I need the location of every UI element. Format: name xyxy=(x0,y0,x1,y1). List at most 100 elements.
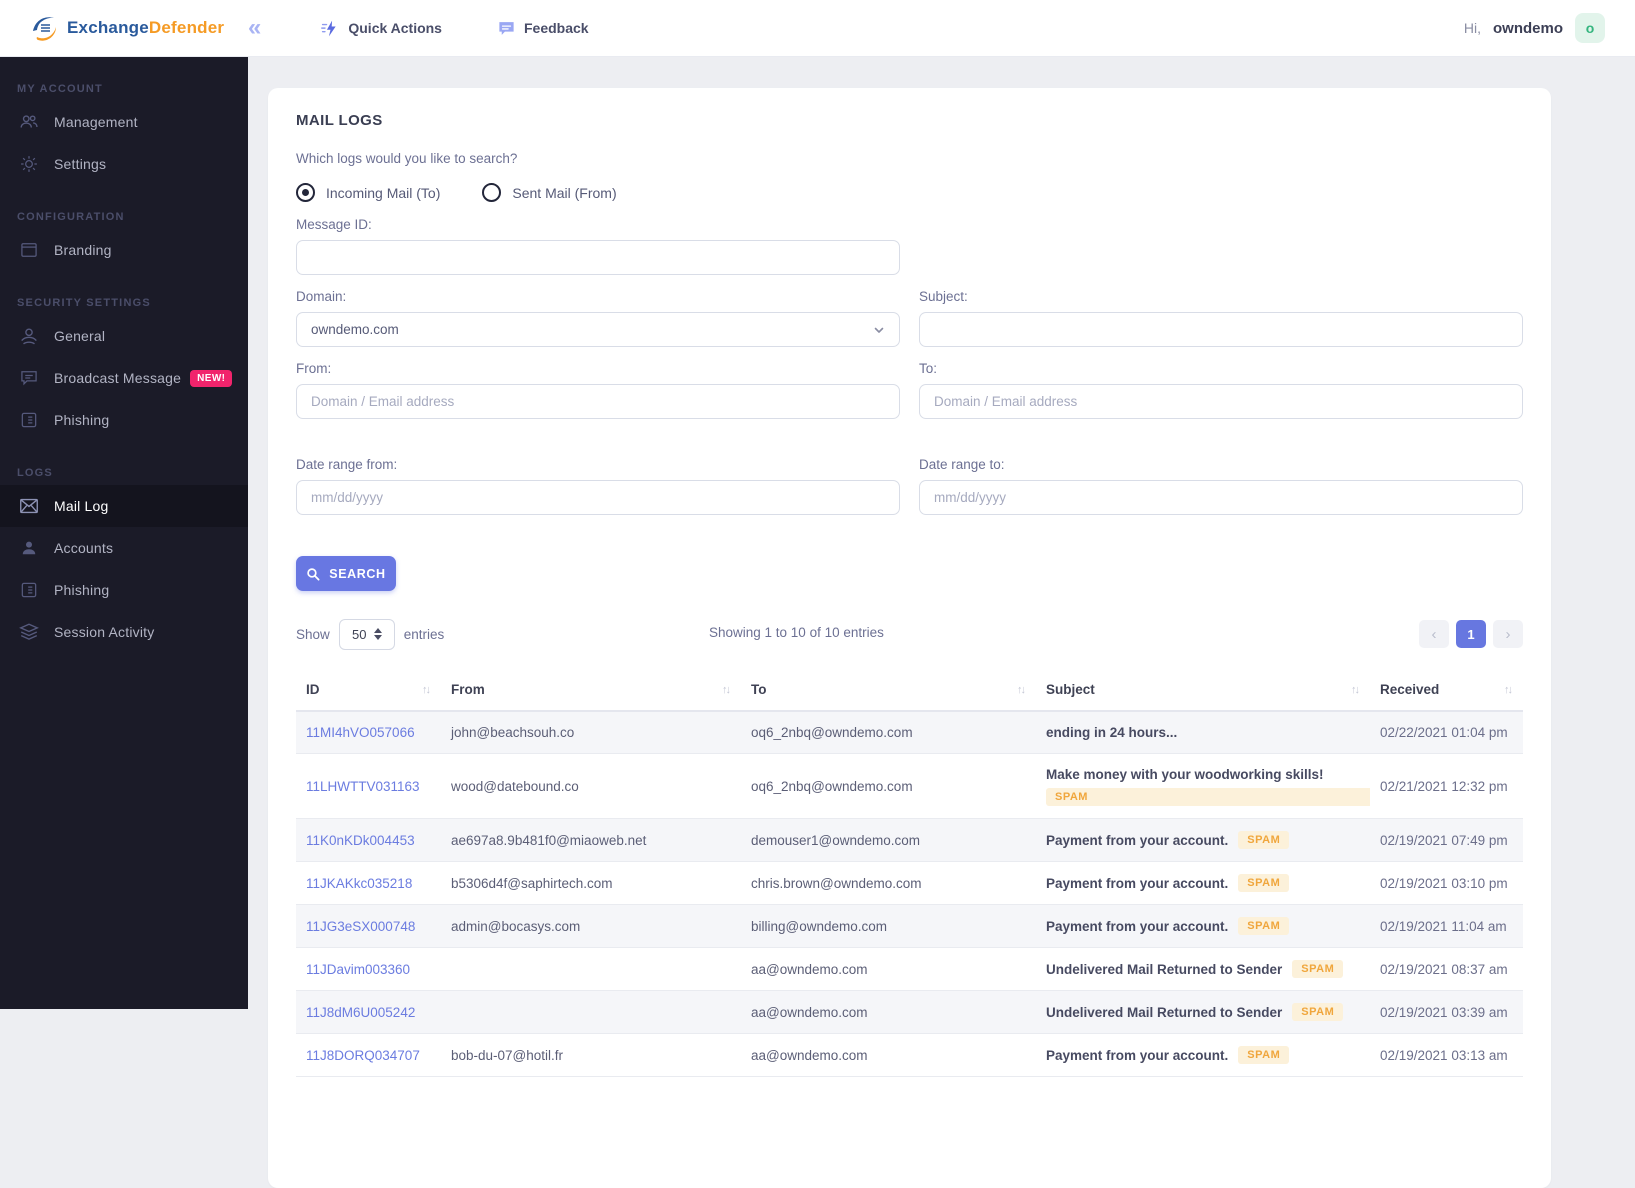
list-icon xyxy=(17,578,41,602)
stepper-icon xyxy=(373,628,382,640)
to-cell: oq6_2nbq@owndemo.com xyxy=(751,778,913,794)
prev-page-button[interactable]: ‹ xyxy=(1419,620,1449,648)
sidebar-item-label: Phishing xyxy=(54,582,110,598)
message-id-link[interactable]: 11LHWTTV031163 xyxy=(306,779,420,794)
radio-icon xyxy=(296,183,315,202)
page-size-value: 50 xyxy=(352,626,367,642)
message-id-input[interactable] xyxy=(296,240,900,275)
domain-select[interactable]: owndemo.com xyxy=(296,312,900,347)
sidebar-item-label: Management xyxy=(54,114,138,130)
to-cell: aa@owndemo.com xyxy=(751,1047,868,1063)
sort-icon: ↑↓ xyxy=(722,683,731,696)
brand-name: ExchangeDefender xyxy=(67,18,225,37)
shield-icon xyxy=(17,324,41,348)
brand-logo: ExchangeDefender xyxy=(30,13,248,43)
sidebar-section-title: MY ACCOUNT xyxy=(17,83,103,95)
subject-label: Subject: xyxy=(919,289,968,304)
message-id-link[interactable]: 11MI4hVO057066 xyxy=(306,725,415,740)
received-cell: 02/19/2021 03:10 pm xyxy=(1380,875,1508,891)
feedback-button[interactable]: Feedback xyxy=(497,19,589,38)
quick-actions-button[interactable]: Quick Actions xyxy=(321,19,442,38)
sidebar-item-label: Mail Log xyxy=(54,498,109,514)
sidebar-item-settings[interactable]: Settings xyxy=(0,143,248,185)
subject-cell: Undelivered Mail Returned to Sender xyxy=(1046,1004,1283,1020)
column-header-from[interactable]: From ↑↓ xyxy=(441,674,741,710)
subject-cell: Make money with your woodworking skills! xyxy=(1046,767,1324,782)
chevron-down-icon xyxy=(873,324,885,336)
from-input[interactable] xyxy=(296,384,900,419)
username-text: owndemo xyxy=(1493,19,1563,37)
mail-log-table: ID ↑↓ From ↑↓ To ↑↓ Subject ↑↓ Received ↑↓ 11… xyxy=(296,674,1523,1077)
date-from-label: Date range from: xyxy=(296,457,398,472)
spam-badge: SPAM xyxy=(1238,831,1290,849)
sidebar: MY ACCOUNT Management Settings CONFIGURA… xyxy=(0,57,248,1009)
sidebar-section-title: LOGS xyxy=(17,467,53,479)
column-header-id[interactable]: ID ↑↓ xyxy=(296,674,441,710)
table-row: 11J8DORQ034707 bob-du-07@hotil.fr aa@own… xyxy=(296,1034,1523,1077)
next-page-button[interactable]: › xyxy=(1493,620,1523,648)
subject-cell: Undelivered Mail Returned to Sender xyxy=(1046,961,1283,977)
sidebar-item-mail-log[interactable]: Mail Log xyxy=(0,485,248,527)
date-to-input[interactable] xyxy=(919,480,1523,515)
sidebar-item-session-activity[interactable]: Session Activity xyxy=(0,611,248,653)
message-id-link[interactable]: 11J8dM6U005242 xyxy=(306,1005,415,1020)
sidebar-item-label: Accounts xyxy=(54,540,114,556)
user-icon xyxy=(17,536,41,560)
message-id-link[interactable]: 11JG3eSX000748 xyxy=(306,919,415,934)
from-cell: bob-du-07@hotil.fr xyxy=(451,1047,564,1063)
column-header-subject[interactable]: Subject ↑↓ xyxy=(1036,674,1370,710)
sidebar-section: CONFIGURATION Branding xyxy=(0,185,248,271)
table-row: 11LHWTTV031163 wood@datebound.co oq6_2nb… xyxy=(296,754,1523,819)
sidebar-item-branding[interactable]: Branding xyxy=(0,229,248,271)
sidebar-item-management[interactable]: Management xyxy=(0,101,248,143)
message-id-link[interactable]: 11JDavim003360 xyxy=(306,962,410,977)
radio-incoming-mail[interactable]: Incoming Mail (To) xyxy=(296,183,440,202)
mail-logs-card: MAIL LOGS Which logs would you like to s… xyxy=(268,88,1551,1188)
to-input[interactable] xyxy=(919,384,1523,419)
users-icon xyxy=(17,110,41,134)
radio-icon xyxy=(482,183,502,202)
from-cell: john@beachsouh.co xyxy=(451,725,575,740)
table-row: 11JG3eSX000748 admin@bocasys.com billing… xyxy=(296,905,1523,948)
subject-cell: ending in 24 hours... xyxy=(1046,725,1178,740)
subject-input[interactable] xyxy=(919,312,1523,347)
table-row: 11K0nKDk004453 ae697a8.9b481f0@miaoweb.n… xyxy=(296,819,1523,862)
column-header-to[interactable]: To ↑↓ xyxy=(741,674,1036,710)
user-menu-button[interactable]: o xyxy=(1575,13,1605,43)
sidebar-section: LOGS Mail Log Accounts Phishing Session … xyxy=(0,441,248,653)
received-cell: 02/19/2021 08:37 am xyxy=(1380,961,1508,977)
column-header-received[interactable]: Received ↑↓ xyxy=(1370,674,1523,710)
date-to-label: Date range to: xyxy=(919,457,1005,472)
lightning-icon xyxy=(321,19,340,38)
sidebar-item-phishing[interactable]: Phishing xyxy=(0,399,248,441)
spam-badge: SPAM xyxy=(1292,960,1344,978)
pagination: ‹ 1 › xyxy=(1419,620,1523,648)
sidebar-item-broadcast-message[interactable]: Broadcast Message NEW! xyxy=(0,357,248,399)
radio-sent-mail[interactable]: Sent Mail (From) xyxy=(482,183,617,202)
from-cell: admin@bocasys.com xyxy=(451,918,581,934)
sidebar-section-title: SECURITY SETTINGS xyxy=(17,297,151,309)
top-header: ExchangeDefender « Quick Actions Feedbac… xyxy=(0,0,1635,57)
sidebar-section-title: CONFIGURATION xyxy=(17,211,125,223)
sidebar-item-accounts[interactable]: Accounts xyxy=(0,527,248,569)
sidebar-collapse-icon[interactable]: « xyxy=(248,16,261,40)
sidebar-item-phishing[interactable]: Phishing xyxy=(0,569,248,611)
page-size-select[interactable]: 50 xyxy=(338,618,395,650)
search-question: Which logs would you like to search? xyxy=(296,151,518,166)
spam-badge: SPAM xyxy=(1238,1046,1290,1064)
received-cell: 02/19/2021 03:39 am xyxy=(1380,1004,1508,1020)
table-header-row: ID ↑↓ From ↑↓ To ↑↓ Subject ↑↓ Received ↑↓ xyxy=(296,674,1523,712)
search-button[interactable]: SEARCH xyxy=(296,556,396,591)
domain-select-value: owndemo.com xyxy=(311,322,399,337)
table-row: 11J8dM6U005242 aa@owndemo.com Undelivere… xyxy=(296,991,1523,1034)
received-cell: 02/19/2021 03:13 am xyxy=(1380,1047,1508,1063)
received-cell: 02/19/2021 11:04 am xyxy=(1380,918,1507,934)
message-id-link[interactable]: 11JKAKkc035218 xyxy=(306,876,412,891)
message-id-link[interactable]: 11J8DORQ034707 xyxy=(306,1048,420,1063)
date-from-input[interactable] xyxy=(296,480,900,515)
sidebar-item-general[interactable]: General xyxy=(0,315,248,357)
show-label: Show xyxy=(296,626,330,642)
sidebar-item-label: Broadcast Message xyxy=(54,370,182,386)
message-id-link[interactable]: 11K0nKDk004453 xyxy=(306,833,415,848)
page-1-button[interactable]: 1 xyxy=(1456,620,1486,648)
